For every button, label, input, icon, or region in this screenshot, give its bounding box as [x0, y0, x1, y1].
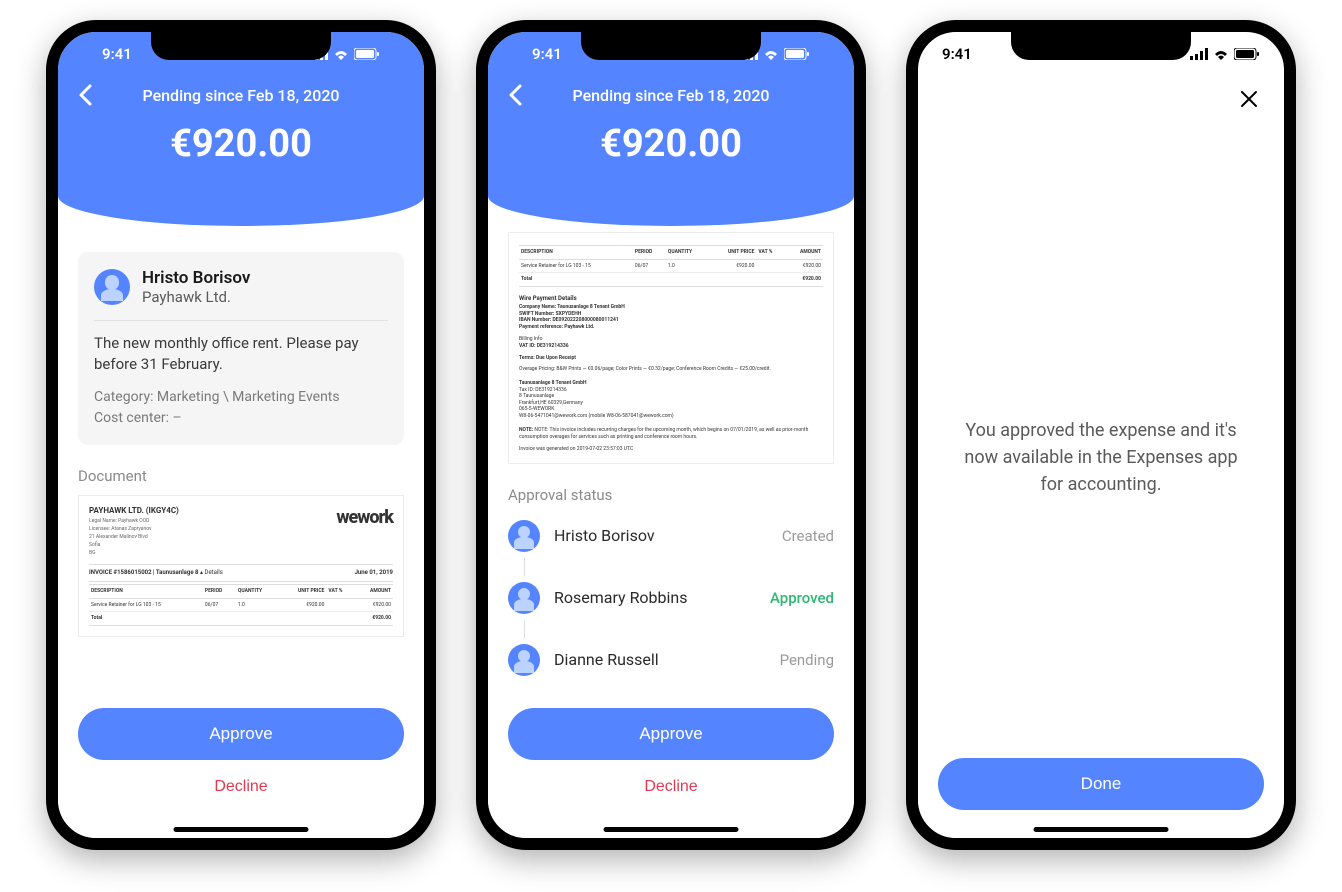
- avatar-icon: [508, 644, 540, 676]
- expense-header: 9:41 Pending since Feb 18, 2020 €920.00: [488, 32, 854, 226]
- invoice-table: DESCRIPTION PERIOD QUANTITY UNIT PRICE V…: [519, 245, 823, 287]
- wifi-icon: [333, 48, 349, 60]
- invoice-document[interactable]: PAYHAWK LTD. (IKGY4C) Legal Name: Payhaw…: [78, 495, 404, 637]
- avatar-icon: [508, 520, 540, 552]
- approval-row: Dianne Russell Pending: [508, 638, 834, 682]
- approve-button[interactable]: Approve: [508, 708, 834, 760]
- approver-status: Pending: [780, 651, 834, 669]
- status-time: 9:41: [102, 45, 132, 63]
- col-period: PERIOD: [203, 585, 236, 599]
- approver-name: Hristo Borisov: [554, 526, 768, 545]
- approval-section-label: Approval status: [508, 486, 834, 504]
- wifi-icon: [763, 48, 779, 60]
- expense-note: The new monthly office rent. Please pay …: [94, 333, 388, 375]
- header-title: Pending since Feb 18, 2020: [92, 86, 390, 105]
- table-row: Service Retainer for LG 103 - 15 06/07 1…: [89, 598, 393, 612]
- approve-button[interactable]: Approve: [78, 708, 404, 760]
- approval-row: Hristo Borisov Created: [508, 514, 834, 558]
- invoice-details-toggle[interactable]: ▴ Details: [200, 569, 223, 576]
- close-icon: [1240, 90, 1258, 108]
- invoice-table: DESCRIPTION PERIOD QUANTITY UNIT PRICE V…: [89, 584, 393, 626]
- phone-screen-approval-status: 9:41 Pending since Feb 18, 2020 €920.00 …: [476, 20, 866, 850]
- status-time: 9:41: [532, 45, 562, 63]
- home-indicator[interactable]: [1034, 827, 1169, 832]
- status-time: 9:41: [942, 45, 972, 63]
- requester-name: Hristo Borisov: [142, 268, 250, 288]
- invoice-legal-name: Legal Name: Payhawk OOD: [89, 518, 179, 524]
- table-total-row: Total €920.00: [89, 612, 393, 626]
- device-notch: [151, 32, 331, 60]
- invoice-address: 21 Alexander Malinov Blvd: [89, 534, 179, 540]
- decline-button[interactable]: Decline: [508, 764, 834, 810]
- device-notch: [581, 32, 761, 60]
- avatar-icon: [508, 582, 540, 614]
- document-section-label: Document: [78, 467, 404, 485]
- wifi-icon: [1213, 48, 1229, 60]
- avatar-icon: [94, 269, 130, 305]
- invoice-document[interactable]: DESCRIPTION PERIOD QUANTITY UNIT PRICE V…: [508, 232, 834, 464]
- requester-company: Payhawk Ltd.: [142, 288, 250, 306]
- battery-icon: [784, 48, 810, 60]
- approval-row: Rosemary Robbins Approved: [508, 576, 834, 620]
- battery-icon: [1234, 48, 1260, 60]
- wework-logo: wework: [336, 506, 393, 529]
- wire-ref: Payment reference: Payhawk Ltd.: [519, 324, 823, 331]
- invoice-date: June 01, 2019: [355, 569, 393, 577]
- decline-button[interactable]: Decline: [78, 764, 404, 810]
- back-button[interactable]: [508, 84, 522, 106]
- tenant-email: W8-06-5471041@wework.com (mobile W8-06-5…: [519, 413, 823, 420]
- col-vat: VAT %: [326, 585, 354, 599]
- invoice-company: PAYHAWK LTD. (IKGY4C): [89, 506, 179, 516]
- action-bar: Done: [918, 746, 1284, 838]
- action-bar: Approve Decline: [488, 696, 854, 838]
- approval-list: Hristo Borisov Created Rosemary Robbins …: [508, 514, 834, 682]
- expense-amount: €920.00: [508, 122, 834, 166]
- approval-connector: [524, 620, 834, 638]
- done-button[interactable]: Done: [938, 758, 1264, 810]
- table-total-row: Total €920.00: [519, 273, 823, 287]
- close-button[interactable]: [1234, 84, 1264, 117]
- device-notch: [1011, 32, 1191, 60]
- battery-icon: [354, 48, 380, 60]
- approval-connector: [524, 558, 834, 576]
- overage: Overage Pricing: B&W Prints — €0.06/page…: [519, 366, 823, 373]
- invoice-licensee: Licensee: Atanas Zapryanov: [89, 526, 179, 532]
- phone-screen-expense-detail: 9:41 Pending since Feb 18, 2020 €920.00 …: [46, 20, 436, 850]
- col-unitprice: UNIT PRICE: [280, 585, 327, 599]
- invoice-number: INVOICE #1586015002 | Taunusanlage 8: [89, 569, 199, 576]
- billing-vat: VAT ID: DE319214336: [519, 343, 823, 350]
- col-amount: AMOUNT: [354, 585, 393, 599]
- approver-status: Created: [782, 527, 834, 545]
- approver-status: Approved: [770, 589, 834, 607]
- col-quantity: QUANTITY: [236, 585, 280, 599]
- phone-screen-confirmation: 9:41 You approved the expense and it's n…: [906, 20, 1296, 850]
- signal-icon: [1190, 48, 1208, 60]
- invoice-note: NOTE: NOTE: This invoice includes recurr…: [519, 427, 823, 440]
- expense-category: Category: Marketing \ Marketing Events: [94, 387, 388, 408]
- invoice-generated: Invoice was generated on 2019-07-02 23:5…: [519, 446, 823, 453]
- col-description: DESCRIPTION: [89, 585, 203, 599]
- header-title: Pending since Feb 18, 2020: [522, 86, 820, 105]
- invoice-city: Sofia: [89, 542, 179, 548]
- expense-header: 9:41 Pending since Feb 18, 2020 €920.00: [58, 32, 424, 226]
- confirmation-body: You approved the expense and it's now av…: [918, 76, 1284, 838]
- expense-amount: €920.00: [78, 122, 404, 166]
- terms: Terms: Due Upon Receipt: [519, 355, 823, 362]
- wire-title: Wire Payment Details: [519, 295, 823, 303]
- expense-costcenter: Cost center: –: [94, 408, 388, 429]
- action-bar: Approve Decline: [58, 696, 424, 838]
- invoice-country: BG: [89, 550, 179, 556]
- approver-name: Rosemary Robbins: [554, 588, 756, 607]
- confirmation-message: You approved the expense and it's now av…: [954, 417, 1248, 498]
- approver-name: Dianne Russell: [554, 650, 766, 669]
- home-indicator[interactable]: [604, 827, 739, 832]
- status-indicators: [1190, 48, 1260, 60]
- requester-card: Hristo Borisov Payhawk Ltd. The new mont…: [78, 252, 404, 445]
- table-row: Service Retainer for LG 103 - 15 06/07 1…: [519, 259, 823, 273]
- back-button[interactable]: [78, 84, 92, 106]
- home-indicator[interactable]: [174, 827, 309, 832]
